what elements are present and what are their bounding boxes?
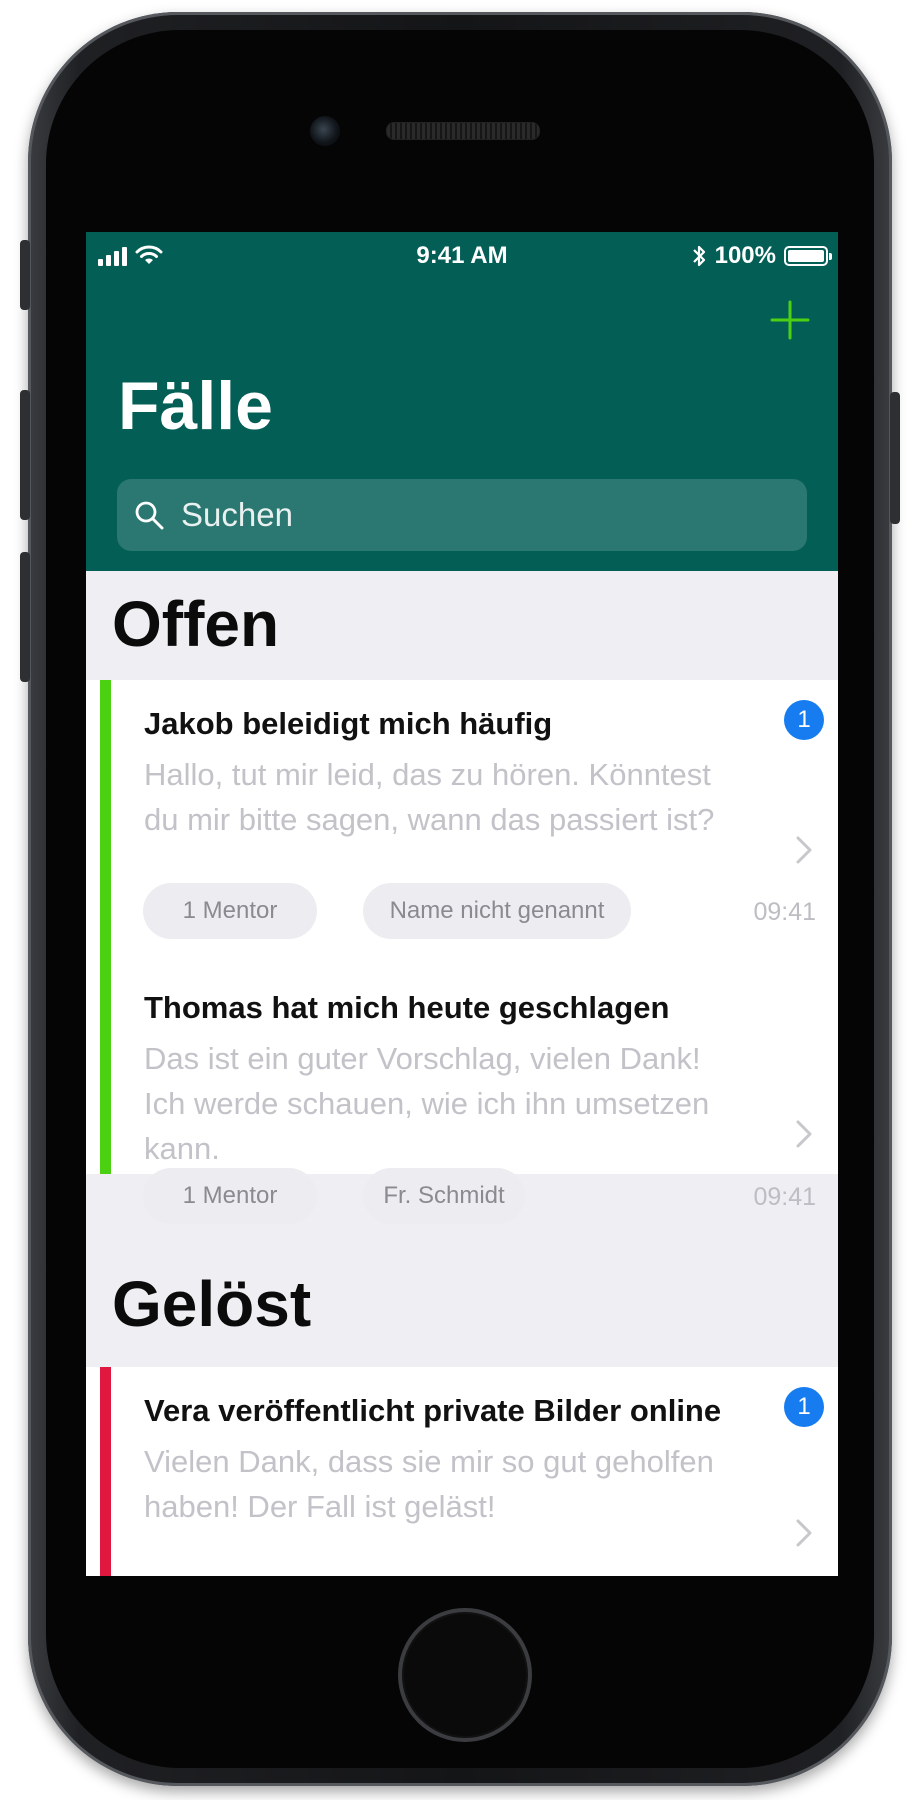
case-title: Vera veröffentlicht private Bilder onlin…	[144, 1393, 722, 1428]
section-title-offen: Offen	[112, 588, 280, 660]
case-item[interactable]: Jakob beleidigt mich häufig 1 Hallo, tut…	[86, 700, 838, 946]
section-title-geloest: Gelöst	[112, 1268, 312, 1340]
case-item[interactable]: Thomas hat mich heute geschlagen Das ist…	[86, 990, 838, 1224]
nav-header: 9:41 AM 100% Fälle	[86, 232, 838, 571]
add-case-button[interactable]	[770, 300, 810, 340]
case-title: Jakob beleidigt mich häufig	[144, 706, 553, 741]
search-input[interactable]	[179, 495, 783, 535]
case-list-offen: Jakob beleidigt mich häufig 1 Hallo, tut…	[86, 680, 838, 1224]
mentor-tag[interactable]: 1 Mentor	[143, 883, 317, 939]
mentor-tag[interactable]: 1 Mentor	[143, 1168, 317, 1224]
case-message-preview: Das ist ein guter Vorschlag, vielen Dank…	[144, 1041, 710, 1166]
screen: 9:41 AM 100% Fälle Offen	[86, 232, 838, 1576]
case-message-preview: Vielen Dank, dass sie mir so gut geholfe…	[144, 1444, 714, 1524]
case-list-geloest: Vera veröffentlicht private Bilder onlin…	[86, 1367, 838, 1576]
chevron-right-icon	[796, 836, 812, 864]
name-tag[interactable]: Fr. Schmidt	[363, 1168, 525, 1224]
case-title: Thomas hat mich heute geschlagen	[144, 990, 670, 1025]
case-time: 09:41	[753, 898, 816, 926]
page-title: Fälle	[118, 368, 273, 444]
status-bar: 9:41 AM 100%	[86, 232, 838, 282]
front-camera	[310, 116, 340, 146]
bluetooth-icon	[692, 245, 705, 267]
battery-percentage: 100%	[714, 242, 776, 269]
case-message-preview: Hallo, tut mir leid, das zu hören. Könnt…	[144, 757, 715, 837]
search-bar[interactable]	[117, 479, 807, 551]
home-button[interactable]	[398, 1608, 532, 1742]
name-tag[interactable]: Name nicht genannt	[363, 883, 631, 939]
case-time: 09:41	[753, 1183, 816, 1211]
silent-switch	[20, 240, 30, 310]
search-icon	[135, 501, 164, 530]
unread-badge: 1	[784, 1387, 824, 1427]
unread-badge: 1	[784, 700, 824, 740]
volume-up-button	[20, 390, 30, 520]
chevron-right-icon	[796, 1120, 812, 1148]
earpiece-speaker	[386, 122, 540, 140]
case-item[interactable]: Vera veröffentlicht private Bilder onlin…	[86, 1387, 838, 1573]
chevron-right-icon	[796, 1519, 812, 1547]
power-button	[890, 392, 900, 524]
volume-down-button	[20, 552, 30, 682]
battery-icon	[784, 246, 832, 266]
